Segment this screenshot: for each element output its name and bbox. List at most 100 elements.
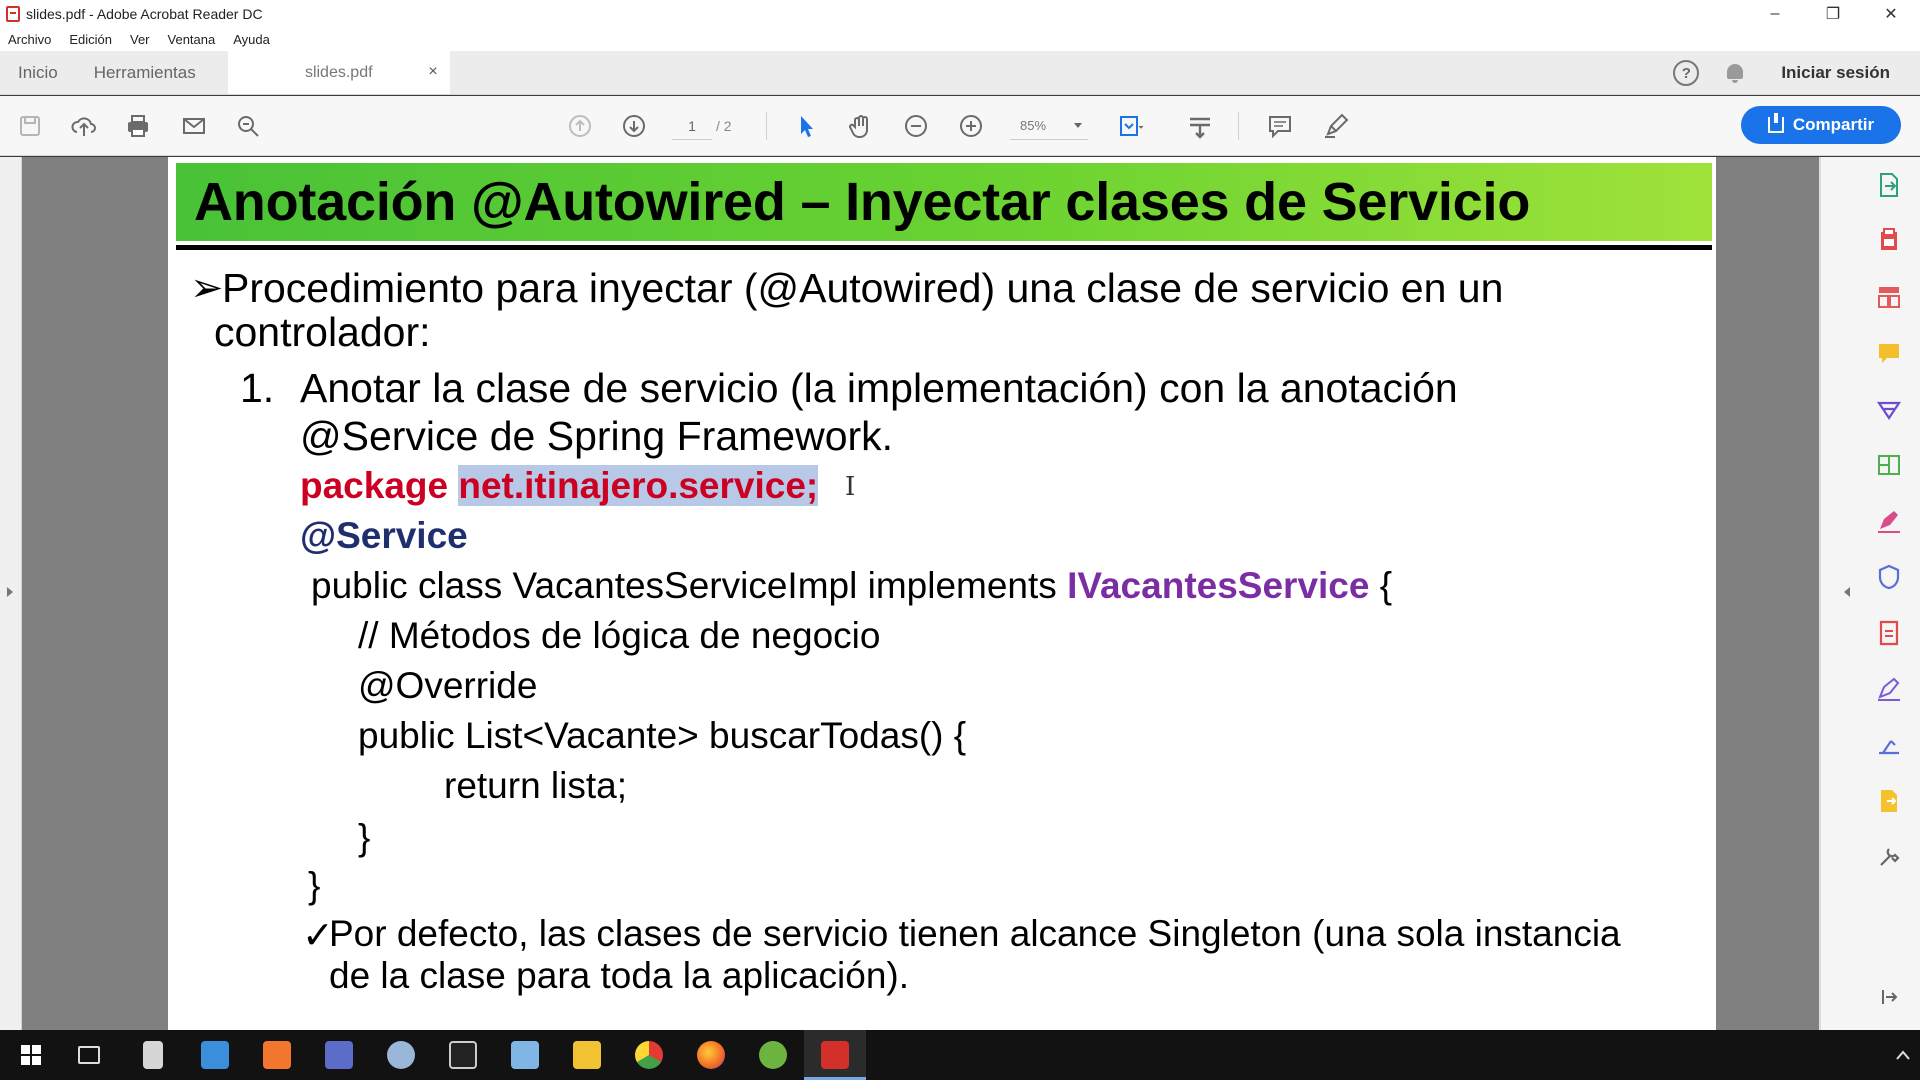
tab-inicio[interactable]: Inicio	[0, 51, 76, 94]
export-pdf-icon[interactable]	[1875, 171, 1903, 199]
select-cursor-icon[interactable]	[790, 110, 822, 142]
tools-pane	[1820, 157, 1920, 1030]
network-icon[interactable]	[308, 1030, 370, 1080]
sign-icon[interactable]	[1875, 675, 1903, 703]
code-comment: // Métodos de lógica de negocio	[358, 615, 881, 656]
notepad-icon[interactable]	[494, 1030, 556, 1080]
code-method-declaration: public List<Vacante> buscarTodas() {	[358, 715, 967, 756]
measure-icon[interactable]	[1875, 731, 1903, 759]
step-number: 1.	[240, 365, 275, 411]
paint-icon[interactable]	[370, 1030, 432, 1080]
print-icon[interactable]	[122, 110, 154, 142]
class-open-brace: {	[1379, 565, 1393, 606]
class-declaration-prefix: public class VacantesServiceImpl impleme…	[311, 565, 1057, 606]
menu-ventana[interactable]: Ventana	[168, 32, 216, 47]
toolbar-divider	[1238, 112, 1239, 140]
title-bar: slides.pdf - Adobe Acrobat Reader DC – ❐…	[0, 0, 1920, 27]
zoom-level-select[interactable]: 85%	[1010, 112, 1088, 140]
share-button[interactable]: Compartir	[1741, 106, 1901, 144]
chevron-down-icon	[1074, 123, 1082, 128]
bullet-text-line-1: Procedimiento para inyectar (@Autowired)…	[222, 265, 1504, 311]
menu-ayuda[interactable]: Ayuda	[233, 32, 270, 47]
chevron-up-icon[interactable]	[1896, 1050, 1910, 1060]
protect-icon[interactable]	[1875, 563, 1903, 591]
highlight-pen-icon[interactable]	[1320, 110, 1352, 142]
collapse-right-panel-icon[interactable]	[1879, 987, 1899, 1007]
save-icon[interactable]	[14, 110, 46, 142]
scroll-mode-icon[interactable]	[1184, 110, 1216, 142]
pdf-page[interactable]: Anotación @Autowired – Inyectar clases d…	[168, 157, 1716, 1030]
code-method-close-brace: }	[358, 817, 371, 858]
toolbar-divider	[766, 112, 767, 140]
task-view-icon[interactable]	[58, 1030, 120, 1080]
hand-tool-icon[interactable]	[845, 110, 877, 142]
acrobat-icon[interactable]	[804, 1030, 866, 1080]
close-window-button[interactable]: ✕	[1862, 0, 1920, 27]
window-title: slides.pdf - Adobe Acrobat Reader DC	[26, 5, 263, 22]
xampp-icon[interactable]	[246, 1030, 308, 1080]
note-text-line-1: Por defecto, las clases de servicio tien…	[329, 913, 1621, 954]
left-navigation-rail[interactable]	[0, 157, 22, 1030]
selected-package-name[interactable]: net.itinajero.service;	[458, 465, 819, 506]
spring-tool-suite-icon[interactable]	[742, 1030, 804, 1080]
menu-edicion[interactable]: Edición	[69, 32, 112, 47]
mail-icon[interactable]	[184, 1030, 246, 1080]
email-icon[interactable]	[178, 110, 210, 142]
file-explorer-icon[interactable]	[556, 1030, 618, 1080]
more-tools-icon[interactable]	[1875, 843, 1903, 871]
organize-pages-icon[interactable]	[1875, 283, 1903, 311]
next-page-icon[interactable]	[618, 110, 650, 142]
document-tab-label: slides.pdf	[304, 63, 373, 81]
menu-bar: Archivo Edición Ver Ventana Ayuda	[0, 27, 1920, 51]
title-underline	[176, 245, 1712, 250]
firefox-icon[interactable]	[680, 1030, 742, 1080]
calculator-icon[interactable]	[122, 1030, 184, 1080]
restore-button[interactable]: ❐	[1804, 0, 1862, 27]
combine-files-icon[interactable]	[1875, 395, 1903, 423]
page-number-input[interactable]: 1	[672, 112, 712, 140]
acrobat-app-icon	[6, 5, 20, 22]
windows-start-icon[interactable]	[0, 1030, 62, 1080]
code-override: @Override	[358, 665, 538, 706]
edit-pdf-icon[interactable]	[1875, 451, 1903, 479]
zoom-out-icon[interactable]	[900, 110, 932, 142]
code-class-close-brace: }	[308, 865, 321, 906]
zoom-in-icon[interactable]	[955, 110, 987, 142]
account-area: ? Iniciar sesión	[1673, 51, 1920, 95]
menu-archivo[interactable]: Archivo	[8, 32, 51, 47]
previous-page-icon[interactable]	[564, 110, 596, 142]
slide-title: Anotación @Autowired – Inyectar clases d…	[194, 172, 1531, 232]
collapse-tools-pane-icon[interactable]	[1844, 587, 1850, 597]
tab-bar: Inicio Herramientas slides.pdf × ? Inici…	[0, 51, 1920, 95]
tab-herramientas[interactable]: Herramientas	[76, 51, 214, 94]
tab-document[interactable]: slides.pdf ×	[227, 51, 450, 94]
text-cursor-icon: I	[845, 472, 856, 502]
minimize-button[interactable]: –	[1746, 0, 1804, 27]
menu-ver[interactable]: Ver	[130, 32, 150, 47]
bullet-text-line-2: controlador:	[214, 309, 431, 355]
system-tray[interactable]	[1896, 1030, 1910, 1080]
document-viewer[interactable]: Anotación @Autowired – Inyectar clases d…	[22, 157, 1841, 1030]
step-text-line-2: @Service de Spring Framework.	[300, 413, 894, 459]
comment-tool-icon[interactable]	[1875, 339, 1903, 367]
page-total: / 2	[716, 118, 732, 134]
fill-sign-icon[interactable]	[1875, 507, 1903, 535]
send-files-icon[interactable]	[1875, 787, 1903, 815]
expand-left-panel-icon[interactable]	[7, 587, 13, 597]
code-package-line[interactable]: package net.itinajero.service;	[300, 465, 819, 507]
help-icon[interactable]: ?	[1673, 60, 1700, 86]
code-class-declaration: public class VacantesServiceImpl impleme…	[311, 565, 1392, 607]
sign-in-link[interactable]: Iniciar sesión	[1781, 63, 1890, 83]
close-tab-icon[interactable]: ×	[428, 63, 437, 81]
code-return-statement: return lista;	[444, 765, 628, 806]
chrome-icon[interactable]	[618, 1030, 680, 1080]
create-pdf-icon[interactable]	[1875, 227, 1903, 255]
terminal-icon[interactable]	[432, 1030, 494, 1080]
upload-cloud-icon[interactable]	[68, 110, 100, 142]
search-icon[interactable]	[232, 110, 264, 142]
comment-icon[interactable]	[1264, 110, 1296, 142]
fit-page-icon[interactable]	[1114, 110, 1146, 142]
notifications-bell-icon[interactable]	[1725, 63, 1745, 83]
send-for-signature-icon[interactable]	[1875, 619, 1903, 647]
slide-title-bar: Anotación @Autowired – Inyectar clases d…	[176, 163, 1712, 241]
